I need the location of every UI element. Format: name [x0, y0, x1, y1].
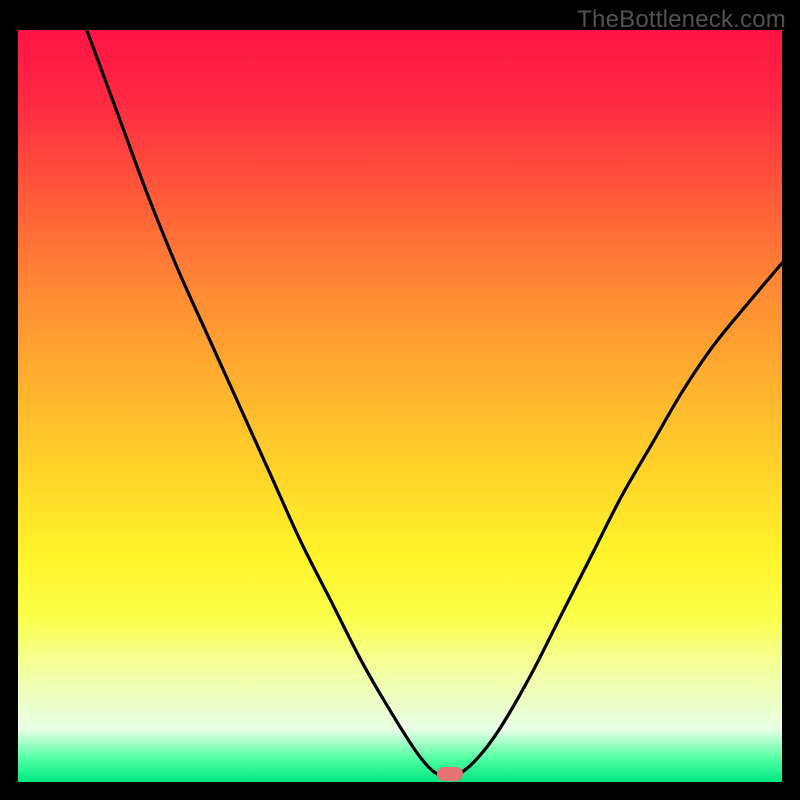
watermark-text: TheBottleneck.com [577, 6, 786, 34]
curve-svg [18, 30, 782, 782]
bottleneck-curve [87, 30, 782, 777]
chart-frame: TheBottleneck.com [0, 0, 800, 800]
optimal-marker [437, 767, 463, 781]
plot-area [18, 30, 782, 782]
